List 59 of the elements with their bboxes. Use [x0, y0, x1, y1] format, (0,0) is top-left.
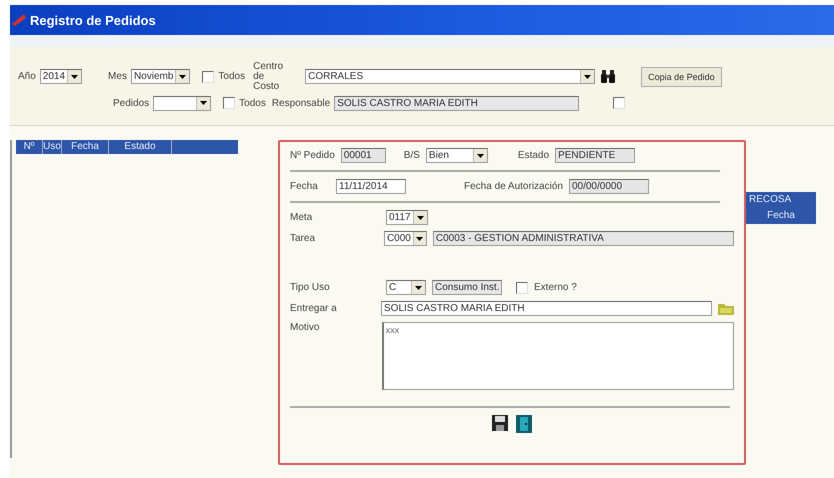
dropdown-arrow-icon: [416, 216, 424, 220]
app-icon: [12, 14, 26, 26]
save-icon[interactable]: [492, 415, 508, 433]
binoculars-icon[interactable]: [601, 70, 616, 83]
field-label: Nº Pedido: [290, 150, 335, 161]
field-label: Todos: [239, 98, 266, 108]
dropdown-arrow-icon: [416, 236, 424, 240]
authorization-date-field[interactable]: 00/00/0000: [568, 179, 649, 194]
goods-services-dropdown[interactable]: Bien: [426, 148, 488, 163]
field-label: Fecha de Autorización: [464, 181, 563, 192]
checkbox[interactable]: [223, 97, 236, 109]
field-label: Externo ?: [534, 282, 577, 293]
column-header[interactable]: Estado: [109, 140, 172, 154]
window-title: Registro de Pedidos: [30, 12, 156, 28]
dropdown-arrow-icon: [584, 74, 592, 78]
month-dropdown[interactable]: Noviemb: [130, 69, 190, 84]
use-type-field[interactable]: Consumo Inst.: [432, 280, 502, 295]
field-label: Pedidos: [113, 98, 150, 108]
field-label: Tipo Uso: [290, 282, 331, 293]
date-field[interactable]: 11/11/2014: [336, 179, 406, 194]
field-label: Centro de Costo: [253, 62, 284, 92]
column-header[interactable]: Fecha: [62, 140, 109, 154]
year-dropdown[interactable]: 2014: [40, 69, 82, 84]
field-label: Meta: [290, 212, 314, 223]
use-type-dropdown[interactable]: C: [386, 280, 426, 295]
field-label: Responsable: [272, 98, 330, 108]
field-label: Año: [18, 71, 36, 82]
field-label: Motivo: [290, 322, 320, 333]
order-number-field[interactable]: 00001: [340, 148, 386, 163]
dropdown-arrow-icon: [179, 74, 186, 78]
copy-order-button[interactable]: Copia de Pedido: [641, 66, 722, 86]
task-field[interactable]: C0003 - GESTION ADMINISTRATIVA: [432, 231, 734, 246]
orders-dropdown[interactable]: [153, 96, 212, 110]
deliver-to-field[interactable]: SOLIS CASTRO MARIA EDITH: [381, 301, 712, 316]
field-label: B/S: [404, 150, 420, 161]
field-label: Entregar a: [290, 303, 338, 314]
field-label: Mes: [108, 71, 127, 82]
field-label: Tarea: [290, 233, 316, 244]
checkbox[interactable]: [202, 70, 214, 82]
column-header[interactable]: Nº: [16, 140, 43, 154]
checkbox[interactable]: [516, 282, 528, 294]
responsible-field[interactable]: SOLIS CASTRO MARIA EDITH: [334, 96, 580, 110]
field-label: Estado: [518, 150, 550, 161]
goal-dropdown[interactable]: 0117: [386, 210, 428, 225]
field-label: Todos: [218, 71, 246, 82]
column-header[interactable]: Fecha: [746, 208, 816, 224]
column-header[interactable]: RECOSA: [746, 192, 816, 208]
dropdown-arrow-icon: [71, 74, 78, 78]
status-field[interactable]: PENDIENTE: [555, 148, 636, 163]
dropdown-arrow-icon: [200, 101, 208, 105]
field-label: Fecha: [290, 181, 319, 192]
dropdown-arrow-icon: [415, 286, 422, 290]
task-code-dropdown[interactable]: C000: [384, 231, 427, 246]
column-header[interactable]: Uso: [43, 140, 62, 154]
dropdown-arrow-icon: [476, 154, 484, 158]
exit-door-icon[interactable]: [516, 415, 532, 433]
reason-field[interactable]: xxx: [382, 322, 734, 390]
checkbox[interactable]: [613, 97, 626, 109]
cost-center-dropdown[interactable]: CORRALES: [305, 69, 596, 84]
